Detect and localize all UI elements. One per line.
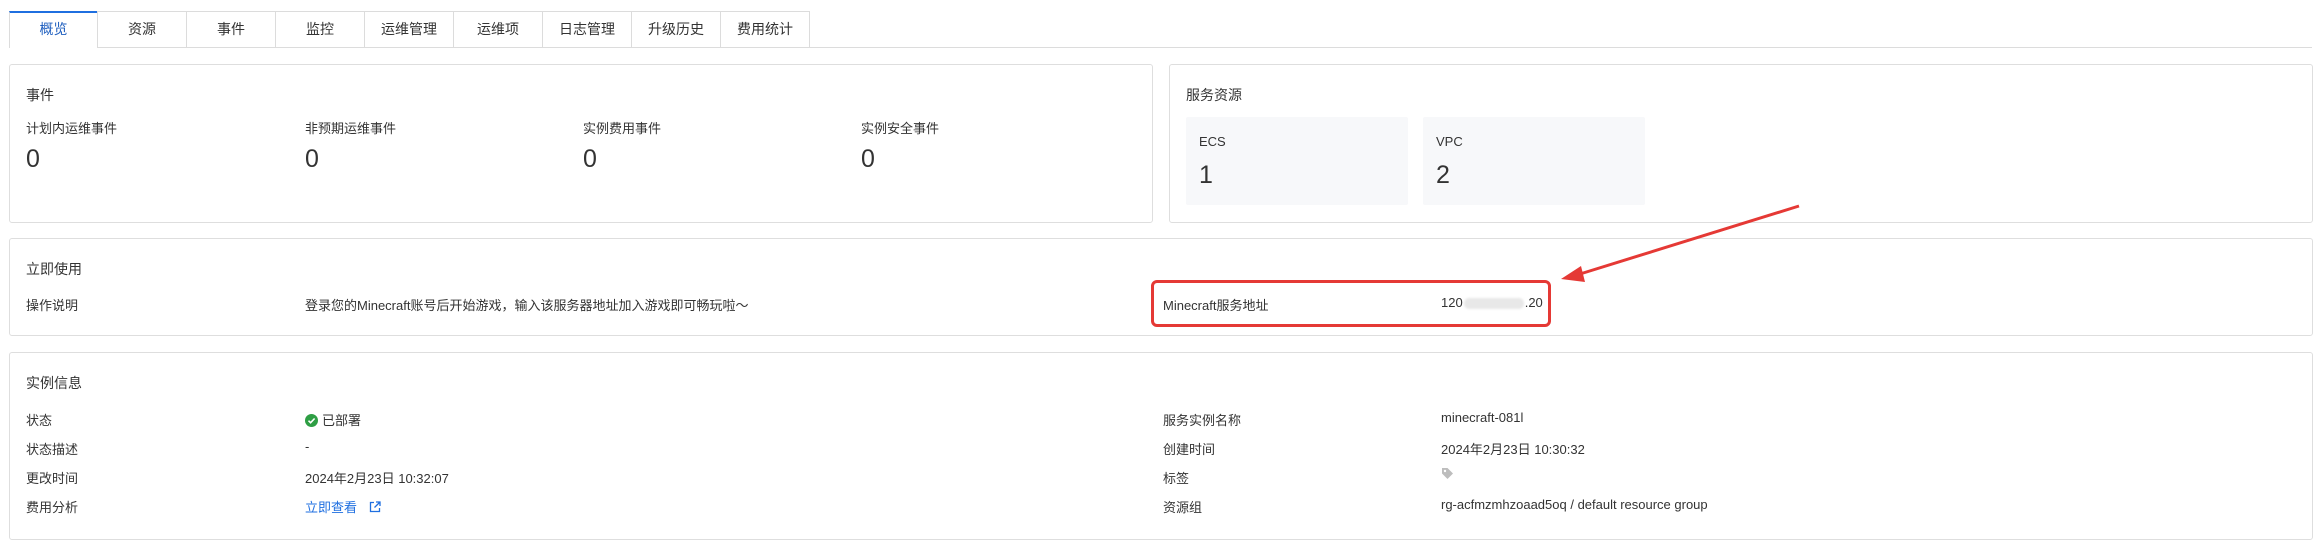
annotation-arrow-icon [1561, 204, 1800, 282]
